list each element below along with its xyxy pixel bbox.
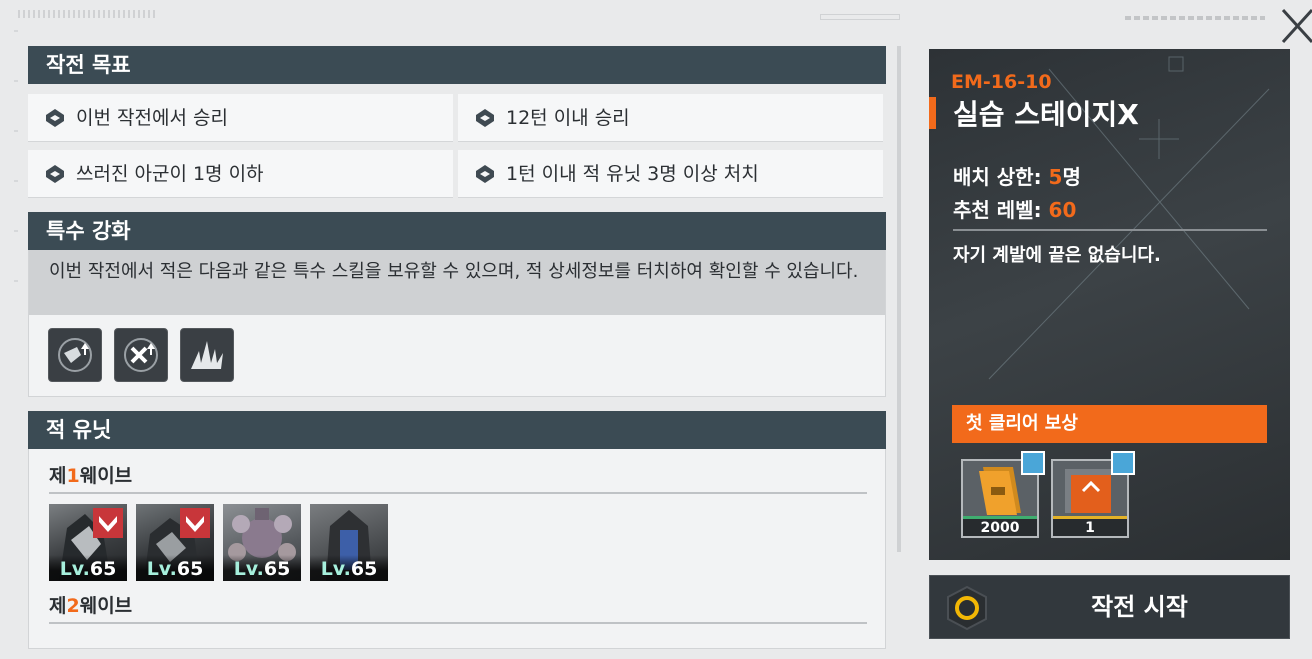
enemies-header: 적 유닛 [28, 411, 886, 449]
objective-text: 1턴 이내 적 유닛 3명 이상 처치 [506, 162, 759, 185]
objective-text: 쓰러진 아군이 1명 이하 [76, 162, 264, 185]
divider [953, 229, 1267, 231]
reward-count: 1 [1053, 516, 1127, 536]
objective-diamond-icon [46, 164, 64, 183]
objectives-header: 작전 목표 [28, 46, 886, 84]
stage-name: 실습 스테이지X [953, 98, 1139, 131]
scrollbar[interactable] [897, 46, 901, 552]
attack-up-icon[interactable] [114, 328, 168, 382]
objective-diamond-icon [476, 164, 494, 183]
objective-item: 쓰러진 아군이 1명 이하 [28, 150, 453, 198]
elite-badge-icon [180, 508, 210, 538]
start-mission-label: 작전 시작 [1091, 593, 1188, 621]
objectives-grid: 이번 작전에서 승리 12턴 이내 승리 쓰러진 아군이 1명 이하 1턴 이내… [28, 84, 886, 202]
reward-count: 2000 [963, 516, 1037, 536]
objective-item: 12턴 이내 승리 [458, 94, 883, 142]
enemy-section[interactable]: 제1웨이브 Lv.65 Lv.65 Lv.65 Lv.65 제2웨이브 [28, 449, 886, 649]
close-icon[interactable] [1280, 6, 1312, 46]
objective-item: 1턴 이내 적 유닛 3명 이상 처치 [458, 150, 883, 198]
mission-details-panel[interactable]: 작전 목표 이번 작전에서 승리 12턴 이내 승리 쓰러진 아군이 1명 이하… [28, 46, 886, 659]
unit-level: Lv.65 [49, 555, 127, 581]
hexagon-ring-icon [947, 585, 987, 631]
unit-level: Lv.65 [310, 555, 388, 581]
wave-title: 제1웨이브 [49, 461, 867, 494]
special-skill-list [29, 315, 885, 382]
wave-title: 제2웨이브 [49, 591, 867, 624]
stage-description: 자기 계발에 끝은 없습니다. [953, 245, 1161, 266]
gift-icon [1021, 451, 1045, 475]
enemy-unit-card[interactable]: Lv.65 [49, 504, 127, 581]
objective-text: 이번 작전에서 승리 [76, 106, 228, 129]
decor-dash-line [1125, 16, 1265, 20]
enemy-unit-card[interactable]: Lv.65 [136, 504, 214, 581]
recommended-level: 추천 레벨: 60 [953, 198, 1077, 222]
enemy-unit-card[interactable]: Lv.65 [310, 504, 388, 581]
start-mission-button[interactable]: 작전 시작 [929, 575, 1290, 639]
unit-level: Lv.65 [223, 555, 301, 581]
first-clear-reward-header: 첫 클리어 보상 [952, 405, 1267, 443]
unit-list: Lv.65 Lv.65 Lv.65 Lv.65 [49, 504, 865, 581]
deploy-limit: 배치 상한: 5명 [953, 165, 1081, 189]
decor-barcode [18, 10, 158, 18]
stage-code: EM-16-10 [951, 71, 1052, 93]
speed-up-icon[interactable] [48, 328, 102, 382]
unit-level: Lv.65 [136, 555, 214, 581]
stage-accent-bar [929, 97, 936, 129]
objective-diamond-icon [476, 108, 494, 127]
spike-burst-icon[interactable] [180, 328, 234, 382]
enemy-unit-card[interactable]: Lv.65 [223, 504, 301, 581]
gift-icon [1111, 451, 1135, 475]
decor-frame [820, 14, 900, 20]
elite-badge-icon [93, 508, 123, 538]
special-header: 특수 강화 [28, 212, 886, 250]
special-section: 이번 작전에서 적은 다음과 같은 특수 스킬을 보유할 수 있으며, 적 상세… [28, 250, 886, 397]
objective-item: 이번 작전에서 승리 [28, 94, 453, 142]
objective-diamond-icon [46, 108, 64, 127]
reward-item[interactable]: 2000 [961, 451, 1045, 538]
objective-text: 12턴 이내 승리 [506, 106, 630, 129]
special-description: 이번 작전에서 적은 다음과 같은 특수 스킬을 보유할 수 있으며, 적 상세… [29, 250, 885, 315]
stage-info-card: EM-16-10 실습 스테이지X 배치 상한: 5명 추천 레벨: 60 자기… [929, 49, 1290, 560]
decor-side-lines [14, 30, 18, 330]
reward-item[interactable]: 1 [1051, 451, 1135, 538]
